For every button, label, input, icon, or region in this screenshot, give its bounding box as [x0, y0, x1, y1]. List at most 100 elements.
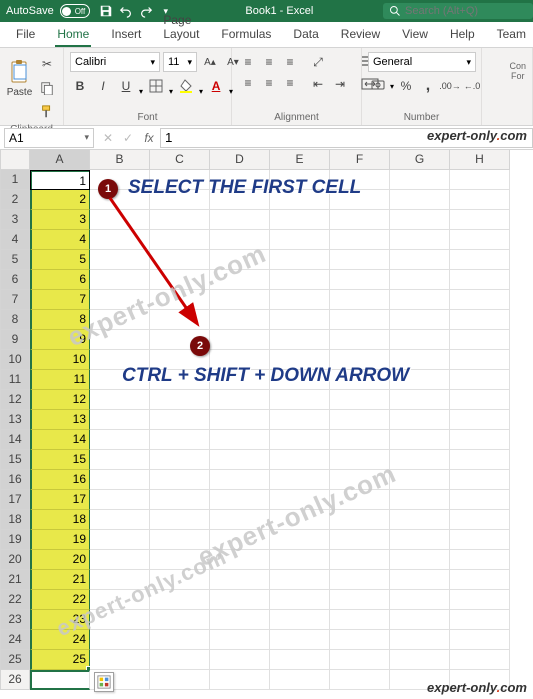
cell-A21[interactable]: 21: [30, 570, 90, 590]
rowhead-4[interactable]: 4: [0, 230, 30, 250]
cell-D13[interactable]: [210, 410, 270, 430]
rowhead-9[interactable]: 9: [0, 330, 30, 350]
cell-C22[interactable]: [150, 590, 210, 610]
cell-D5[interactable]: [210, 250, 270, 270]
cell-F3[interactable]: [330, 210, 390, 230]
cell-H4[interactable]: [450, 230, 510, 250]
cell-E19[interactable]: [270, 530, 330, 550]
cell-H15[interactable]: [450, 450, 510, 470]
cell-H9[interactable]: [450, 330, 510, 350]
colhead-C[interactable]: C: [150, 150, 210, 170]
cell-C15[interactable]: [150, 450, 210, 470]
colhead-A[interactable]: A: [30, 150, 90, 170]
cell-D14[interactable]: [210, 430, 270, 450]
rowhead-5[interactable]: 5: [0, 250, 30, 270]
cell-B12[interactable]: [90, 390, 150, 410]
cell-B17[interactable]: [90, 490, 150, 510]
cell-D3[interactable]: [210, 210, 270, 230]
cell-B4[interactable]: [90, 230, 150, 250]
cell-D26[interactable]: [210, 670, 270, 690]
cell-E7[interactable]: [270, 290, 330, 310]
colhead-G[interactable]: G: [390, 150, 450, 170]
rowhead-24[interactable]: 24: [0, 630, 30, 650]
cell-G1[interactable]: [390, 170, 450, 190]
cell-F15[interactable]: [330, 450, 390, 470]
rowhead-3[interactable]: 3: [0, 210, 30, 230]
cell-E24[interactable]: [270, 630, 330, 650]
cell-D15[interactable]: [210, 450, 270, 470]
cell-A22[interactable]: 22: [30, 590, 90, 610]
name-box[interactable]: A1 ▾: [4, 128, 94, 148]
cell-G14[interactable]: [390, 430, 450, 450]
cell-D22[interactable]: [210, 590, 270, 610]
cell-C3[interactable]: [150, 210, 210, 230]
fx-icon[interactable]: fx: [138, 131, 160, 145]
accounting-format-icon[interactable]: [368, 76, 388, 96]
cell-H17[interactable]: [450, 490, 510, 510]
cell-F4[interactable]: [330, 230, 390, 250]
cell-H2[interactable]: [450, 190, 510, 210]
rowhead-26[interactable]: 26: [0, 670, 30, 690]
cell-C7[interactable]: [150, 290, 210, 310]
cell-G6[interactable]: [390, 270, 450, 290]
cell-B3[interactable]: [90, 210, 150, 230]
save-icon[interactable]: [96, 1, 116, 21]
rowhead-25[interactable]: 25: [0, 650, 30, 670]
cell-H16[interactable]: [450, 470, 510, 490]
cell-G15[interactable]: [390, 450, 450, 470]
cell-A14[interactable]: 14: [30, 430, 90, 450]
align-top-icon[interactable]: ≡: [238, 52, 258, 72]
font-name-combo[interactable]: Calibri▾: [70, 52, 160, 72]
cell-G3[interactable]: [390, 210, 450, 230]
cell-B18[interactable]: [90, 510, 150, 530]
cell-A8[interactable]: 8: [30, 310, 90, 330]
cell-D6[interactable]: [210, 270, 270, 290]
rowhead-10[interactable]: 10: [0, 350, 30, 370]
cell-D17[interactable]: [210, 490, 270, 510]
cell-G9[interactable]: [390, 330, 450, 350]
borders-dropdown-icon[interactable]: ▾: [169, 87, 173, 96]
rowhead-19[interactable]: 19: [0, 530, 30, 550]
cell-A24[interactable]: 24: [30, 630, 90, 650]
cell-B15[interactable]: [90, 450, 150, 470]
cell-G17[interactable]: [390, 490, 450, 510]
rowhead-12[interactable]: 12: [0, 390, 30, 410]
fill-dropdown-icon[interactable]: ▾: [199, 87, 203, 96]
tab-team[interactable]: Team: [487, 23, 533, 47]
cell-C6[interactable]: [150, 270, 210, 290]
cell-A17[interactable]: 17: [30, 490, 90, 510]
cell-F8[interactable]: [330, 310, 390, 330]
cell-C4[interactable]: [150, 230, 210, 250]
increase-indent-icon[interactable]: ⇥: [330, 74, 350, 94]
rowhead-8[interactable]: 8: [0, 310, 30, 330]
cell-H22[interactable]: [450, 590, 510, 610]
fill-color-icon[interactable]: [176, 76, 196, 96]
cell-B23[interactable]: [90, 610, 150, 630]
quick-analysis-button[interactable]: [94, 672, 114, 692]
cell-H1[interactable]: [450, 170, 510, 190]
font-size-combo[interactable]: 11▾: [163, 52, 197, 72]
rowhead-16[interactable]: 16: [0, 470, 30, 490]
cell-F17[interactable]: [330, 490, 390, 510]
cell-F19[interactable]: [330, 530, 390, 550]
cell-B8[interactable]: [90, 310, 150, 330]
autosave-switch[interactable]: Off: [60, 4, 90, 18]
cell-E25[interactable]: [270, 650, 330, 670]
cell-C20[interactable]: [150, 550, 210, 570]
cell-G7[interactable]: [390, 290, 450, 310]
tab-formulas[interactable]: Formulas: [211, 23, 281, 47]
format-painter-icon[interactable]: [37, 102, 57, 122]
rowhead-6[interactable]: 6: [0, 270, 30, 290]
cell-F18[interactable]: [330, 510, 390, 530]
cell-B14[interactable]: [90, 430, 150, 450]
cell-G24[interactable]: [390, 630, 450, 650]
cell-E4[interactable]: [270, 230, 330, 250]
cell-A2[interactable]: 2: [30, 190, 90, 210]
rowhead-23[interactable]: 23: [0, 610, 30, 630]
cell-B25[interactable]: [90, 650, 150, 670]
cell-B19[interactable]: [90, 530, 150, 550]
cell-A9[interactable]: 9: [30, 330, 90, 350]
cell-F12[interactable]: [330, 390, 390, 410]
cell-E23[interactable]: [270, 610, 330, 630]
cell-A26[interactable]: [30, 670, 90, 690]
